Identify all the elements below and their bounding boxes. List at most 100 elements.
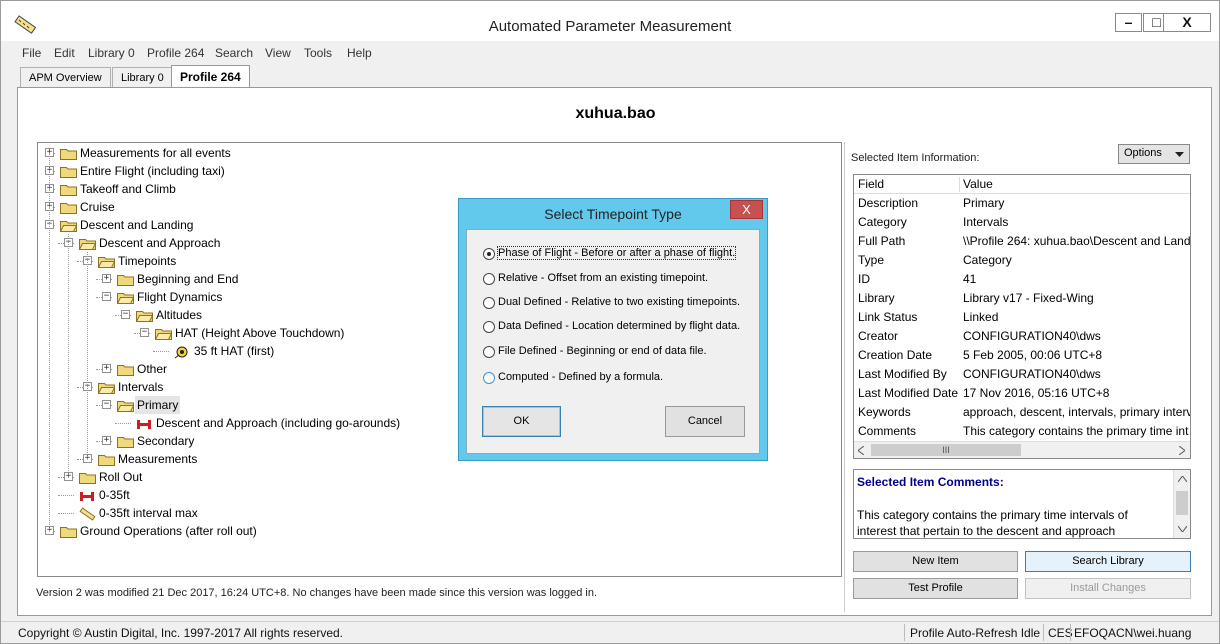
radio-label: Computed - Defined by a formula. — [498, 371, 664, 383]
tree-node-label: Descent and Landing — [80, 218, 194, 232]
tab-library[interactable]: Library 0 — [112, 67, 173, 87]
grid-header: Field Value — [854, 175, 1190, 194]
tab-profile[interactable]: Profile 264 — [171, 65, 250, 88]
folder-open-icon — [59, 219, 78, 232]
dialog-close-button[interactable]: X — [730, 200, 763, 219]
new-item-button[interactable]: New Item — [853, 551, 1018, 572]
version-status: Version 2 was modified 21 Dec 2017, 16:2… — [36, 587, 598, 599]
tab-apm-overview[interactable]: APM Overview — [20, 67, 111, 87]
tree-node-label: Flight Dynamics — [137, 290, 223, 304]
property-row[interactable]: Comments This category contains the prima… — [854, 422, 1190, 441]
property-row[interactable]: Category Intervals — [854, 213, 1190, 232]
menu-library[interactable]: Library 0 — [88, 46, 135, 60]
dialog-title: Select Timepoint Type — [544, 206, 682, 222]
ok-button[interactable]: OK — [482, 406, 561, 437]
property-row[interactable]: Keywords approach, descent, intervals, pr… — [854, 403, 1190, 422]
radio-file-defined[interactable]: File Defined - Beginning or end of data … — [483, 344, 753, 362]
property-row[interactable]: Creator CONFIGURATION40\dws — [854, 327, 1190, 346]
property-row[interactable]: Type Category — [854, 251, 1190, 270]
comments-scrollbar[interactable] — [1173, 470, 1190, 538]
scroll-down-icon[interactable] — [1178, 526, 1187, 532]
radio-dual-defined[interactable]: Dual Defined - Relative to two existing … — [483, 295, 753, 313]
panel-splitter[interactable] — [844, 142, 850, 612]
property-row[interactable]: Full Path \\Profile 264: xuhua.bao\Descen… — [854, 232, 1190, 251]
property-value: 5 Feb 2005, 00:06 UTC+8 — [963, 348, 1103, 362]
radio-relative[interactable]: Relative - Offset from an existing timep… — [483, 271, 753, 289]
property-row[interactable]: Description Primary — [854, 194, 1190, 213]
minimize-button[interactable]: – — [1115, 13, 1142, 32]
cancel-button[interactable]: Cancel — [665, 406, 745, 437]
expand-icon[interactable]: + — [102, 364, 111, 373]
search-library-button[interactable]: Search Library — [1025, 551, 1191, 572]
tree-node-label: Ground Operations (after roll out) — [80, 524, 257, 538]
tree-node[interactable]: + Roll Out — [38, 468, 838, 486]
scroll-up-icon[interactable] — [1178, 476, 1187, 482]
menu-profile[interactable]: Profile 264 — [147, 46, 204, 60]
folder-icon — [117, 363, 134, 376]
property-row[interactable]: Creation Date 5 Feb 2005, 00:06 UTC+8 — [854, 346, 1190, 365]
properties-grid: Field Value Description Primary Category In… — [853, 174, 1191, 459]
menu-file[interactable]: File — [22, 46, 41, 60]
collapse-icon[interactable]: − — [121, 310, 130, 319]
property-value: Primary — [963, 196, 1005, 210]
tree-node-label: Roll Out — [99, 470, 143, 484]
tree-node-label: 0-35ft — [99, 488, 130, 502]
menu-tools[interactable]: Tools — [304, 46, 332, 60]
folder-icon — [60, 147, 77, 160]
scroll-left-icon[interactable] — [858, 446, 864, 455]
title-bar: Automated Parameter Measurement – □ X — [1, 1, 1219, 41]
install-changes-button[interactable]: Install Changes — [1025, 578, 1191, 599]
menu-search[interactable]: Search — [215, 46, 253, 60]
folder-icon — [60, 201, 77, 214]
menu-help[interactable]: Help — [347, 46, 372, 60]
dialog-body: Phase of Flight - Before or after a phas… — [466, 229, 760, 454]
tree-node-label: Measurements — [118, 452, 198, 466]
radio-data-defined[interactable]: Data Defined - Location determined by fl… — [483, 319, 753, 337]
menu-view[interactable]: View — [265, 46, 291, 60]
property-row[interactable]: Last Modified By CONFIGURATION40\dws — [854, 365, 1190, 384]
radio-phase-of-flight[interactable]: Phase of Flight - Before or after a phas… — [483, 246, 753, 264]
measurement-icon — [79, 507, 96, 521]
horizontal-scrollbar[interactable]: III — [854, 441, 1190, 458]
tree-node-label: Beginning and End — [137, 272, 239, 286]
radio-computed[interactable]: Computed - Defined by a formula. — [483, 370, 753, 388]
property-value: Library v17 - Fixed-Wing — [963, 291, 1094, 305]
expand-icon[interactable]: + — [102, 274, 111, 283]
tree-node[interactable]: + Entire Flight (including taxi) — [38, 162, 838, 180]
property-row[interactable]: Last Modified Date 17 Nov 2016, 05:16 UTC… — [854, 384, 1190, 403]
collapse-icon[interactable]: − — [102, 400, 111, 409]
scroll-right-icon[interactable] — [1179, 446, 1185, 455]
property-row[interactable]: ID 41 — [854, 270, 1190, 289]
scroll-thumb[interactable]: III — [871, 444, 1021, 456]
column-header-field[interactable]: Field — [858, 177, 884, 191]
options-dropdown[interactable]: Options — [1118, 144, 1190, 164]
tree-node[interactable]: 0-35ft — [38, 486, 838, 504]
tree-node[interactable]: + Measurements for all events — [38, 144, 838, 162]
test-profile-button[interactable]: Test Profile — [853, 578, 1018, 599]
tree-node-label: Descent and Approach (including go-aroun… — [156, 416, 401, 430]
comments-title: Selected Item Comments: — [857, 475, 1004, 489]
property-field: Type — [858, 253, 885, 267]
expand-icon[interactable]: + — [102, 436, 111, 445]
property-field: Creation Date — [858, 348, 933, 362]
tree-node-label: Other — [137, 362, 168, 376]
collapse-icon[interactable]: − — [102, 292, 111, 301]
tree-node[interactable]: 0-35ft interval max — [38, 504, 838, 522]
property-field: Keywords — [858, 405, 911, 419]
property-value: Linked — [963, 310, 999, 324]
tree-node[interactable]: + Takeoff and Climb — [38, 180, 838, 198]
comments-scroll-thumb[interactable] — [1176, 491, 1188, 515]
tree-node[interactable]: + Ground Operations (after roll out) — [38, 522, 838, 540]
collapse-icon[interactable]: − — [140, 328, 149, 337]
comments-text: This category contains the primary time … — [857, 508, 1128, 538]
folder-icon — [60, 165, 77, 178]
column-header-value[interactable]: Value — [963, 177, 1190, 191]
property-row[interactable]: Library Library v17 - Fixed-Wing — [854, 289, 1190, 308]
current-user: EFOQACN\wei.huang — [1074, 626, 1192, 640]
close-button[interactable]: X — [1163, 13, 1211, 32]
tree-node-label: Altitudes — [156, 308, 203, 322]
folder-open-icon — [78, 237, 97, 250]
menu-edit[interactable]: Edit — [54, 46, 75, 60]
window-scrollbar[interactable] — [1211, 43, 1219, 618]
property-row[interactable]: Link Status Linked — [854, 308, 1190, 327]
